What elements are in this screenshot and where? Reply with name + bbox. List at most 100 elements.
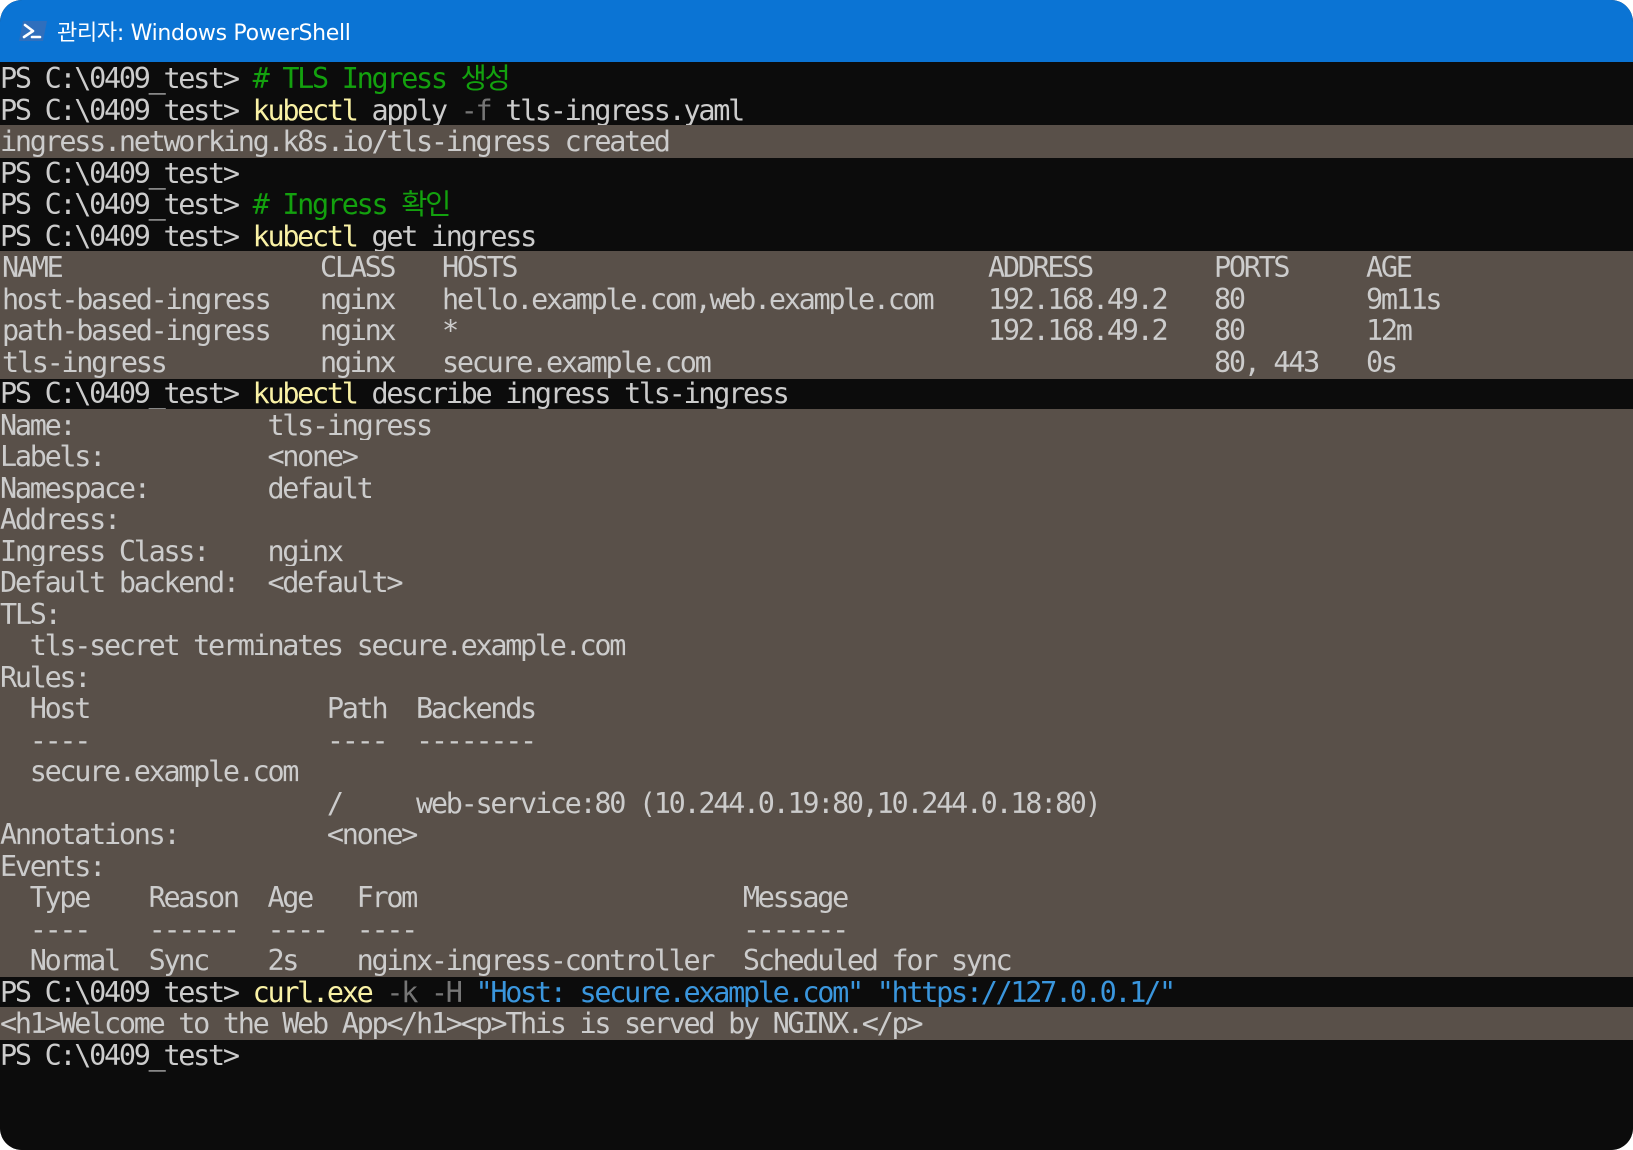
table-cell: 192.168.49.2: [988, 314, 1169, 347]
output-line: ---- ------ ---- ---- -------: [0, 912, 1633, 946]
table-cell: 0s: [1366, 345, 1398, 379]
output-line: Events:: [0, 849, 1633, 883]
window-title: 관리자: Windows PowerShell: [57, 21, 351, 46]
describe-events-header: Type Reason Age From Message: [0, 881, 850, 914]
command-args: get ingress: [356, 219, 537, 253]
title-bar[interactable]: 관리자: Windows PowerShell: [0, 0, 1633, 62]
output-line: Name: tls-ingress: [0, 408, 1633, 442]
powershell-window: 관리자: Windows PowerShell PS C:\0409_test>…: [0, 0, 1633, 1150]
console-line[interactable]: PS C:\0409_test>: [0, 1039, 1633, 1072]
describe-default-backend: Default backend: <default>: [0, 566, 403, 599]
table-cell: host-based-ingress: [2, 282, 272, 316]
prompt: PS C:\0409_test>: [0, 377, 253, 410]
table-cell: *: [442, 314, 459, 347]
console-line: PS C:\0409_test> kubectl get ingress: [0, 220, 1633, 253]
output-line: ---- ---- --------: [0, 723, 1633, 757]
table-header-cell: ADDRESS: [988, 251, 1094, 284]
table-cell: 12m: [1366, 314, 1413, 347]
output-line: / web-service:80 (10.244.0.19:80,10.244.…: [0, 786, 1633, 820]
command-args: apply: [356, 93, 461, 127]
describe-labels: Labels: <none>: [0, 440, 359, 473]
output-text: ingress.networking.k8s.io/tls-ingress cr…: [0, 125, 671, 158]
output-line: Rules:: [0, 660, 1633, 694]
table-cell: nginx: [320, 345, 397, 379]
output-line: Address:: [0, 503, 1633, 536]
console-line: PS C:\0409_test> kubectl apply -f tls-in…: [0, 94, 1633, 127]
output-line: secure.example.com: [0, 755, 1633, 788]
command: kubectl: [252, 377, 359, 410]
table-cell: 192.168.49.2: [988, 282, 1169, 316]
table-cell: hello.example.com,web.example.com: [442, 282, 935, 316]
ingress-table-header: NAME CLASS HOSTS ADDRESS PORTS AGE: [0, 251, 1633, 284]
output-line: Normal Sync 2s nginx-ingress-controller …: [0, 944, 1633, 977]
table-cell: path-based-ingress: [2, 314, 272, 347]
console-line: PS C:\0409_test>: [0, 157, 1633, 190]
output-line: Host Path Backends: [0, 692, 1633, 725]
prompt: PS C:\0409_test>: [0, 188, 253, 221]
describe-ingress-class: Ingress Class: nginx: [0, 534, 344, 568]
describe-namespace: Namespace: default: [0, 471, 374, 505]
table-header-cell: HOSTS: [442, 251, 519, 284]
describe-events-row: Normal Sync 2s nginx-ingress-controller …: [0, 944, 1013, 977]
table-header-cell: CLASS: [320, 251, 397, 284]
command-args: describe ingress tls-ingress: [356, 377, 789, 410]
describe-rules-path: / web-service:80 (10.244.0.19:80,10.244.…: [0, 786, 1102, 820]
output-line: Type Reason Age From Message: [0, 881, 1633, 914]
command-string: "Host: secure.example.com": [475, 975, 865, 1009]
table-header-cell: NAME: [2, 251, 64, 284]
table-header-cell: AGE: [1366, 251, 1413, 284]
describe-annotations: Annotations: <none>: [0, 818, 418, 851]
output-line: ingress.networking.k8s.io/tls-ingress cr…: [0, 125, 1633, 158]
table-row: path-based-ingress nginx * 192.168.49.2 …: [0, 314, 1633, 347]
table-cell: nginx: [320, 314, 397, 347]
table-cell: secure.example.com: [442, 345, 712, 379]
table-cell: nginx: [320, 282, 397, 316]
table-row: host-based-ingress nginx hello.example.c…: [0, 282, 1633, 316]
command-flag: -k -H: [371, 975, 476, 1009]
table-cell: 80: [1214, 314, 1246, 347]
describe-rules-header: Host Path Backends: [0, 692, 538, 725]
powershell-icon: [19, 21, 47, 41]
output-line: Annotations: <none>: [0, 818, 1633, 851]
command: kubectl: [252, 93, 359, 127]
table-cell: 80, 443: [1214, 345, 1320, 379]
prompt: PS C:\0409_test>: [0, 156, 253, 190]
comment: # Ingress 확인: [252, 188, 452, 221]
command-args: tls-ingress.yaml: [490, 93, 745, 127]
describe-tls-line: tls-secret terminates secure.example.com: [0, 629, 627, 662]
console-area[interactable]: PS C:\0409_test> # TLS Ingress 생성 PS C:\…: [0, 62, 1633, 1150]
output-text: <h1>Welcome to the Web App</h1><p>This i…: [0, 1007, 924, 1040]
table-cell: tls-ingress: [2, 345, 168, 379]
table-cell: 80: [1214, 282, 1246, 316]
describe-rules-separator: ---- ---- --------: [0, 723, 538, 757]
table-header-cell: PORTS: [1214, 251, 1291, 284]
console-line: PS C:\0409_test> # TLS Ingress 생성: [0, 62, 1633, 95]
describe-tls: TLS:: [0, 597, 62, 631]
command: curl.exe: [252, 975, 374, 1009]
prompt: PS C:\0409_test>: [0, 219, 253, 253]
command-flag: -f: [460, 93, 493, 127]
output-line: Ingress Class: nginx: [0, 534, 1633, 568]
output-line: TLS:: [0, 597, 1633, 631]
console-line: PS C:\0409_test> kubectl describe ingres…: [0, 377, 1633, 410]
console-line: PS C:\0409_test> curl.exe -k -H "Host: s…: [0, 976, 1633, 1009]
prompt: PS C:\0409_test>: [0, 62, 253, 95]
output-line: Default backend: <default>: [0, 566, 1633, 599]
describe-address: Address:: [0, 503, 121, 536]
prompt: PS C:\0409_test>: [0, 93, 253, 127]
command-string: "https://127.0.0.1/": [876, 975, 1176, 1009]
table-row: tls-ingress nginx secure.example.com 80,…: [0, 345, 1633, 379]
output-line: <h1>Welcome to the Web App</h1><p>This i…: [0, 1007, 1633, 1040]
describe-events-separator: ---- ------ ---- ---- -------: [0, 912, 850, 946]
describe-rules: Rules:: [0, 660, 91, 694]
command-space: [862, 976, 877, 1009]
console-line: PS C:\0409_test> # Ingress 확인: [0, 188, 1633, 221]
table-cell: 9m11s: [1366, 282, 1443, 316]
describe-rules-host: secure.example.com: [0, 755, 300, 788]
output-line: tls-secret terminates secure.example.com: [0, 629, 1633, 662]
prompt: PS C:\0409_test>: [0, 1038, 253, 1072]
describe-events: Events:: [0, 849, 106, 883]
output-line: Labels: <none>: [0, 440, 1633, 473]
describe-name: Name: tls-ingress: [0, 408, 433, 442]
output-line: Namespace: default: [0, 471, 1633, 505]
